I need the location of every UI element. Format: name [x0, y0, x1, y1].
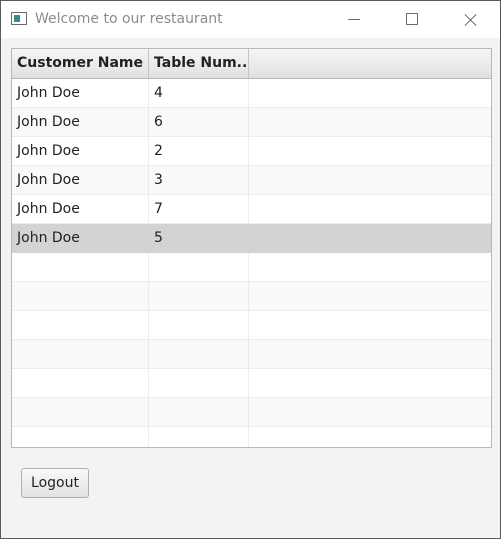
- column-header-customer-name[interactable]: Customer Name: [12, 49, 149, 78]
- empty-cell: [249, 369, 491, 397]
- customer-name-cell: John Doe: [12, 79, 149, 107]
- empty-cell: [249, 311, 491, 339]
- empty-table-row: [12, 253, 491, 282]
- close-button[interactable]: [447, 1, 493, 38]
- filler-cell: [249, 79, 491, 107]
- table-number-cell: 5: [149, 224, 249, 252]
- empty-table-row: [12, 340, 491, 369]
- empty-cell: [149, 369, 249, 397]
- table-number-cell: 6: [149, 108, 249, 136]
- empty-cell: [249, 282, 491, 310]
- empty-cell: [12, 282, 149, 310]
- empty-cell: [249, 398, 491, 426]
- minimize-icon: [348, 19, 360, 20]
- empty-table-row: [12, 282, 491, 311]
- table-row-selected[interactable]: John Doe 5: [12, 224, 491, 253]
- minimize-button[interactable]: [331, 1, 377, 38]
- empty-cell: [149, 253, 249, 281]
- filler-cell: [249, 224, 491, 252]
- column-header-filler: [249, 49, 491, 78]
- customer-name-cell: John Doe: [12, 108, 149, 136]
- customer-name-cell: John Doe: [12, 166, 149, 194]
- app-window: Welcome to our restaurant Customer Name …: [0, 0, 501, 539]
- table-header: Customer Name Table Num...: [12, 49, 491, 79]
- empty-table-row: [12, 311, 491, 340]
- empty-cell: [149, 311, 249, 339]
- empty-cell: [149, 427, 249, 447]
- customer-name-cell: John Doe: [12, 195, 149, 223]
- window-title: Welcome to our restaurant: [35, 11, 223, 27]
- filler-cell: [249, 137, 491, 165]
- column-header-table-number[interactable]: Table Num...: [149, 49, 249, 78]
- empty-cell: [249, 253, 491, 281]
- empty-cell: [149, 340, 249, 368]
- filler-cell: [249, 166, 491, 194]
- empty-cell: [12, 427, 149, 447]
- reservations-table[interactable]: Customer Name Table Num... John Doe 4 Jo…: [11, 48, 492, 448]
- close-icon: [464, 13, 477, 26]
- table-row[interactable]: John Doe 7: [12, 195, 491, 224]
- table-row[interactable]: John Doe 2: [12, 137, 491, 166]
- empty-cell: [12, 311, 149, 339]
- empty-cell: [12, 253, 149, 281]
- customer-name-cell: John Doe: [12, 224, 149, 252]
- customer-name-cell: John Doe: [12, 137, 149, 165]
- empty-cell: [12, 340, 149, 368]
- table-row[interactable]: John Doe 3: [12, 166, 491, 195]
- maximize-icon: [406, 13, 418, 25]
- logout-button[interactable]: Logout: [21, 468, 89, 498]
- empty-cell: [12, 369, 149, 397]
- empty-table-row: [12, 369, 491, 398]
- filler-cell: [249, 195, 491, 223]
- empty-table-row: [12, 398, 491, 427]
- table-row[interactable]: John Doe 6: [12, 108, 491, 137]
- empty-cell: [12, 398, 149, 426]
- table-body: John Doe 4 John Doe 6 John Doe 2 John Do…: [12, 79, 491, 447]
- empty-cell: [249, 427, 491, 447]
- table-number-cell: 7: [149, 195, 249, 223]
- table-number-cell: 4: [149, 79, 249, 107]
- title-bar[interactable]: Welcome to our restaurant: [1, 1, 500, 38]
- table-row[interactable]: John Doe 4: [12, 79, 491, 108]
- empty-cell: [149, 282, 249, 310]
- maximize-button[interactable]: [389, 1, 435, 38]
- app-window-icon: [11, 12, 27, 25]
- filler-cell: [249, 108, 491, 136]
- empty-table-row: [12, 427, 491, 447]
- empty-cell: [249, 340, 491, 368]
- empty-cell: [149, 398, 249, 426]
- table-number-cell: 2: [149, 137, 249, 165]
- table-number-cell: 3: [149, 166, 249, 194]
